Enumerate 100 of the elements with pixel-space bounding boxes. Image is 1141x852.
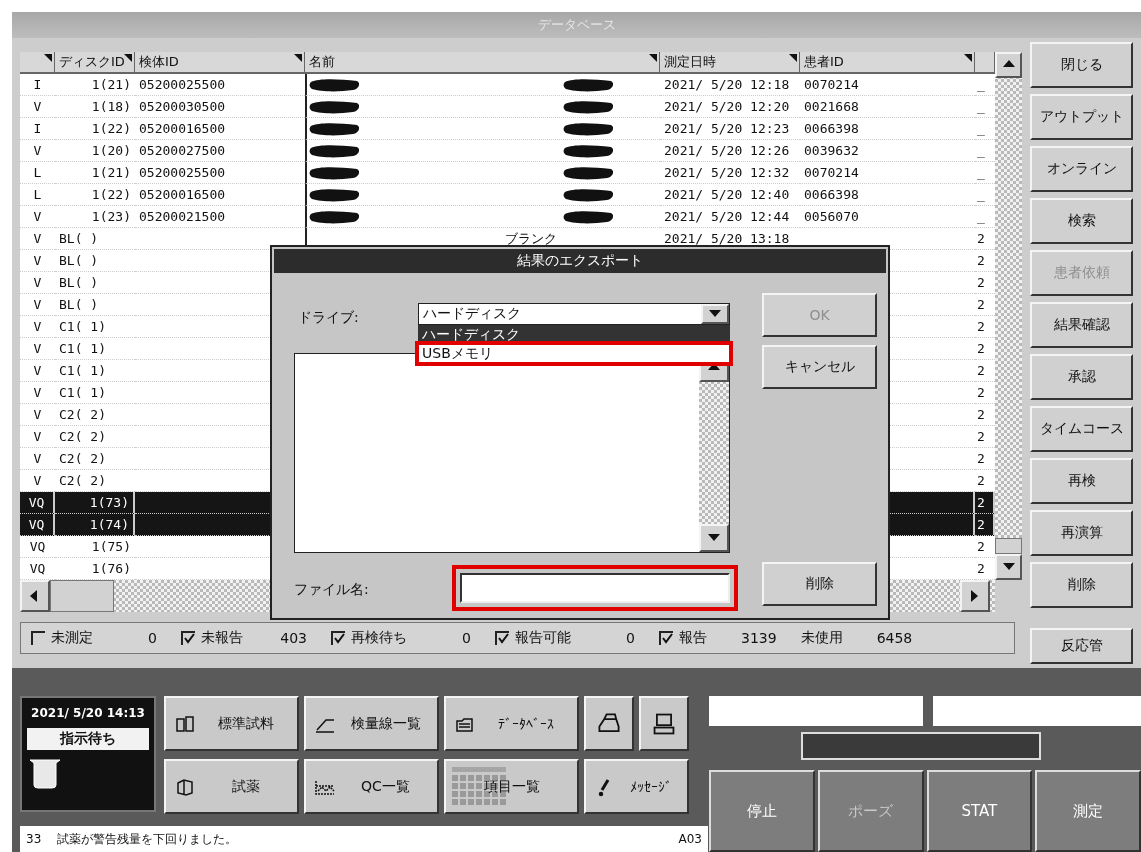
checkbox[interactable] — [31, 631, 45, 645]
column-header[interactable]: 検体ID — [135, 52, 305, 74]
table-cell: VQ — [20, 536, 55, 558]
nav-button[interactable]: 検量線一覧 — [304, 696, 439, 751]
table-cell: V — [20, 228, 55, 250]
dropdown-option[interactable]: USBメモリ — [418, 344, 730, 363]
table-cell: 2021/ 5/20 12:26 — [660, 140, 800, 162]
drive-dropdown[interactable]: ハードディスク — [418, 303, 730, 325]
action-button[interactable]: 停止 — [709, 770, 815, 852]
nav-button[interactable]: 標準試料 — [164, 696, 299, 751]
column-header[interactable]: ディスクID — [55, 52, 135, 74]
table-cell: BL( ) — [55, 294, 135, 316]
checkbox[interactable] — [659, 631, 673, 645]
scrollbar[interactable] — [995, 52, 1022, 580]
table-cell: V — [20, 250, 55, 272]
column-header[interactable] — [20, 52, 55, 74]
table-cell: ブランク — [505, 229, 557, 248]
side-button[interactable]: タイムコース — [1030, 406, 1133, 452]
file-name-field[interactable] — [460, 573, 730, 603]
side-button[interactable]: アウトプット — [1030, 94, 1133, 140]
table-cell: 2021/ 5/20 12:32 — [660, 162, 800, 184]
table-cell: V — [20, 426, 55, 448]
side-button[interactable]: 再検 — [1030, 458, 1133, 504]
table-cell: 1(18) — [55, 96, 135, 118]
counter-value: 6458 — [876, 630, 913, 646]
box-icon — [174, 776, 196, 797]
status-datetime: 2021/ 5/20 14:13 — [31, 706, 145, 720]
table-cell: 05200030500 — [135, 96, 305, 118]
message-code: A03 — [678, 832, 702, 846]
checkbox[interactable] — [331, 631, 345, 645]
printer-button[interactable] — [584, 696, 634, 751]
dialog-button[interactable]: キャンセル — [762, 345, 877, 389]
table-cell: V — [20, 360, 55, 382]
table-cell: V — [20, 382, 55, 404]
table-cell: C1( 1) — [55, 382, 135, 404]
checkbox[interactable] — [495, 631, 509, 645]
nav-button[interactable]: ﾒｯｾｰｼﾞ — [584, 759, 689, 814]
column-header[interactable]: 患者ID — [800, 52, 975, 74]
table-cell: VQ — [20, 514, 55, 536]
table-cell: C1( 1) — [55, 338, 135, 360]
monitor-button[interactable] — [639, 696, 689, 751]
nav-button[interactable]: QC一覧 — [304, 759, 439, 814]
table-cell: L — [20, 162, 55, 184]
table-cell: C2( 2) — [55, 448, 135, 470]
side-button[interactable]: 結果確認 — [1030, 302, 1133, 348]
table-cell: 0066398 — [800, 118, 975, 140]
table-cell: 0066398 — [800, 184, 975, 206]
table-row[interactable]: L 1(22) 05200016500 2021/ 5/20 12:40 0066398 _ — [20, 184, 995, 206]
counter-label: 未使用 — [800, 629, 843, 647]
scroll-thumb[interactable] — [50, 580, 114, 612]
table-cell: 05200027500 — [135, 140, 305, 162]
table-cell: BL( ) — [55, 250, 135, 272]
table-row[interactable]: I 1(21) 05200025500 2021/ 5/20 12:18 0070214 _ — [20, 74, 995, 96]
side-button[interactable]: 閉じる — [1030, 42, 1133, 88]
counter-label: 報告 — [679, 629, 707, 647]
computer-icon — [651, 711, 677, 736]
action-button[interactable]: STAT — [926, 770, 1033, 852]
table-cell: 0070214 — [800, 162, 975, 184]
status-label: 指示待ち — [27, 728, 149, 750]
message-number: 33 — [26, 832, 42, 846]
table-row[interactable]: I 1(22) 05200016500 2021/ 5/20 12:23 0066398 _ — [20, 118, 995, 140]
nav-button[interactable]: 項目一覧 — [444, 759, 579, 814]
column-header[interactable]: 名前 — [305, 52, 660, 74]
side-button[interactable]: 反応管 — [1030, 628, 1133, 664]
side-button[interactable]: 承認 — [1030, 354, 1133, 400]
bottles-icon — [174, 713, 196, 734]
table-cell: C1( 1) — [55, 360, 135, 382]
table-row[interactable]: V 1(20) 05200027500 2021/ 5/20 12:26 0039632 _ — [20, 140, 995, 162]
side-button[interactable]: オンライン — [1030, 146, 1133, 192]
table-row[interactable]: V 1(18) 05200030500 2021/ 5/20 12:20 0021668 _ — [20, 96, 995, 118]
side-button[interactable]: 削除 — [1030, 562, 1133, 608]
table-cell: I — [20, 118, 55, 140]
table-cell: 05200016500 — [135, 118, 305, 140]
checkbox[interactable] — [181, 631, 195, 645]
scroll-thumb[interactable] — [995, 538, 1022, 554]
table-row[interactable]: V 1(23) 05200021500 2021/ 5/20 12:44 0056070 _ — [20, 206, 995, 228]
table-cell: L — [20, 184, 55, 206]
table-cell: 1(21) — [55, 74, 135, 96]
action-button[interactable]: 測定 — [1035, 770, 1141, 852]
side-button[interactable]: 再演算 — [1030, 510, 1133, 556]
counter-value: 0 — [461, 630, 471, 646]
table-cell: V — [20, 140, 55, 162]
table-cell: 05200021500 — [135, 206, 305, 228]
table-cell: BL( ) — [55, 272, 135, 294]
table-cell: 0070214 — [800, 74, 975, 96]
column-header[interactable]: 測定日時 — [660, 52, 800, 74]
counter-label: 未報告 — [201, 629, 243, 647]
dialog-button[interactable]: 削除 — [762, 562, 877, 606]
table-cell: C1( 1) — [55, 316, 135, 338]
table-cell: V — [20, 448, 55, 470]
counter-value: 3139 — [741, 630, 777, 646]
nav-button[interactable]: 試薬 — [164, 759, 299, 814]
table-cell: 05200016500 — [135, 184, 305, 206]
table-cell: 05200025500 — [135, 162, 305, 184]
nav-button[interactable]: ﾃﾞｰﾀﾍﾞｰｽ — [444, 696, 579, 751]
side-button[interactable]: 検索 — [1030, 198, 1133, 244]
table-cell: BL( ) — [55, 228, 135, 250]
counter-label: 報告可能 — [515, 629, 571, 647]
table-row[interactable]: L 1(21) 05200025500 2021/ 5/20 12:32 0070214 _ — [20, 162, 995, 184]
table-cell: V — [20, 96, 55, 118]
